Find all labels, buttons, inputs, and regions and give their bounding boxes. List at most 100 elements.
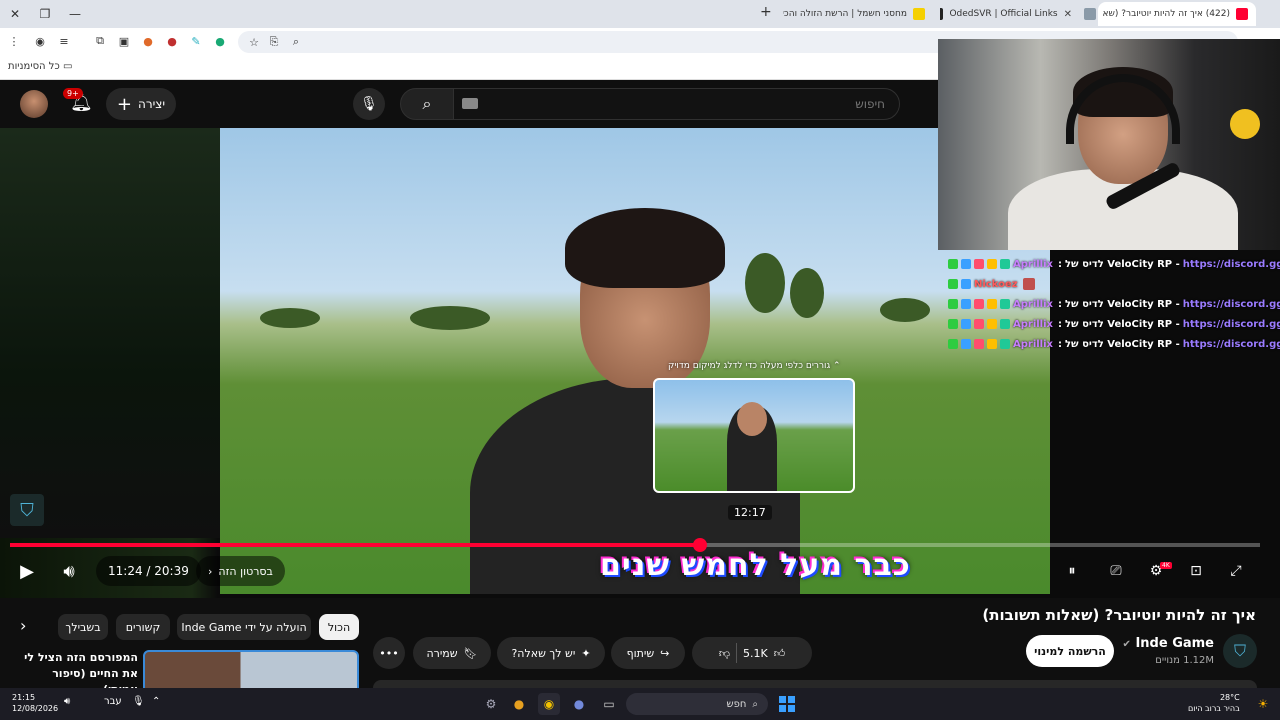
star-icon[interactable]: ☆: [246, 34, 262, 50]
chat-badge-icon: [961, 259, 971, 269]
chevron-right-icon[interactable]: ›: [20, 616, 26, 635]
search-button[interactable]: ⌕: [400, 88, 454, 120]
like-button[interactable]: 👍︎ 5.1K: [743, 647, 785, 660]
theater-mode-icon[interactable]: ⊡: [1184, 560, 1208, 582]
fullscreen-icon[interactable]: ⤢: [1224, 560, 1248, 582]
extension-icon[interactable]: ●: [140, 33, 156, 49]
all-bookmarks[interactable]: כל הסימניות ▭: [8, 61, 72, 72]
subscriber-count: 1.12M מנויים: [1155, 655, 1214, 666]
chat-link[interactable]: https://discord.gg/aw6pS: [1183, 319, 1280, 330]
video-caption: כבר מעל לחמש שנים: [600, 548, 911, 583]
tab-youtube[interactable]: (422) איך זה להיות יוטיובר? (שא ✕: [1098, 2, 1256, 26]
search-icon: ⌕: [752, 698, 758, 710]
minimize-window-icon[interactable]: —: [60, 0, 90, 28]
chat-badge-icon: [948, 279, 958, 289]
like-dislike-group: 👍︎ 5.1K 👎︎: [692, 637, 812, 669]
weather-widget[interactable]: 28°C בהיר ברוב היום: [1188, 692, 1240, 714]
chip-related[interactable]: קשורים: [116, 614, 170, 640]
new-tab-button[interactable]: +: [760, 4, 772, 20]
tab-store[interactable]: מחסני חשמל | הרשת הזולה והכי ✕: [783, 2, 933, 26]
progress-bar[interactable]: [10, 538, 1260, 552]
input-language[interactable]: עבר: [104, 696, 122, 707]
ask-button[interactable]: ✦ יש לך שאלה?: [497, 637, 605, 669]
sun-icon: ☀: [1257, 697, 1269, 711]
clock[interactable]: 21:15 12/08/2026: [12, 692, 58, 714]
create-button[interactable]: יצירה +: [106, 88, 176, 120]
chat-message: Aprillix: לדיס של VeloCity RP - https://d…: [948, 294, 1280, 314]
channel-avatar-icon[interactable]: ⛉: [1223, 634, 1257, 668]
chapter-button[interactable]: בסרטון הזה ‹: [196, 556, 285, 586]
chip-all[interactable]: הכול: [319, 614, 359, 640]
chrome-icon[interactable]: ◉: [538, 693, 560, 715]
thumbs-down-icon[interactable]: 👎︎: [719, 647, 730, 660]
webcam-duck-toy: [1230, 109, 1260, 139]
taskbar-search[interactable]: חפש ⌕: [626, 693, 768, 715]
subscribe-button[interactable]: הרשמה למינוי: [1026, 635, 1114, 667]
file-explorer-icon[interactable]: ▭: [598, 693, 620, 715]
cast-icon[interactable]: ⎘: [266, 34, 282, 50]
chat-badge-icon: [1000, 259, 1010, 269]
microphone-icon[interactable]: 🎙︎: [132, 696, 145, 707]
chat-text: לדיס של VeloCity RP -: [1065, 258, 1180, 270]
like-count: 5.1K: [742, 646, 768, 660]
chat-username[interactable]: Aprillix: [1013, 339, 1053, 350]
tab-title: OdedSVR | Official Links: [949, 9, 1058, 19]
keyboard-icon[interactable]: [462, 98, 478, 109]
speaker-icon[interactable]: 🔊︎: [64, 696, 70, 707]
subtitles-icon[interactable]: ⎚: [1104, 560, 1128, 582]
chat-link[interactable]: https://discord.gg/aw6pS: [1183, 299, 1280, 310]
app-icon[interactable]: ●: [508, 693, 530, 715]
clock-date: 12/08/2026: [12, 704, 59, 713]
extension-icon[interactable]: ▣: [116, 33, 132, 49]
chat-badge-icon: [974, 339, 984, 349]
progress-scrubber[interactable]: [693, 538, 707, 552]
chat-username[interactable]: Aprillix: [1013, 259, 1053, 270]
chat-username[interactable]: Aprillix: [1013, 319, 1053, 330]
extension-icon[interactable]: ●: [164, 33, 180, 49]
recommendation-thumbnail[interactable]: [143, 650, 359, 690]
chevron-up-icon[interactable]: ⌃: [152, 696, 160, 707]
channel-name[interactable]: Inde Game ✔: [1123, 636, 1214, 651]
volume-icon[interactable]: 🔊︎: [56, 558, 82, 584]
autoplay-toggle-icon[interactable]: ⏸: [1060, 560, 1084, 582]
settings-gear-icon[interactable]: ⚙: [480, 693, 502, 715]
windows-start-icon[interactable]: [779, 696, 795, 712]
chat-message: Aprillix: לדיס של VeloCity RP - https://d…: [948, 254, 1280, 274]
chat-username[interactable]: Aprillix: [1013, 299, 1053, 310]
microphone-icon[interactable]: 🎙︎: [353, 88, 385, 120]
taskbar: 21:15 12/08/2026 🔊︎ עבר 🎙︎ ⌃ ⚙ ● ◉ ● ▭ ח…: [0, 688, 1280, 720]
chip-uploaded-by[interactable]: הועלה על ידי Inde Game: [177, 614, 311, 640]
profile-icon[interactable]: ◉: [32, 33, 48, 49]
media-icon[interactable]: ≡: [56, 33, 72, 49]
notification-badge: 9+: [63, 88, 83, 99]
share-button[interactable]: ↪ שיתוף: [611, 637, 685, 669]
zoom-icon[interactable]: ⌕: [288, 34, 304, 50]
seek-drag-hint: ⌃ גוררים כלפי מעלה כדי לדלג למיקום מדויק: [668, 361, 841, 371]
close-tab-icon[interactable]: ✕: [1064, 9, 1072, 20]
video-frame[interactable]: [220, 128, 1050, 594]
chat-link[interactable]: https://discord.gg/aw6pS: [1183, 259, 1280, 270]
tab-discord[interactable]: [1078, 2, 1100, 26]
extensions-icon[interactable]: ⧉: [92, 33, 108, 49]
maximize-window-icon[interactable]: ❐: [30, 0, 60, 28]
tab-links[interactable]: ✕ OdedSVR | Official Links: [940, 2, 1080, 26]
chat-text: לדיס של VeloCity RP -: [1065, 338, 1180, 350]
chat-link[interactable]: https://discord.gg/aw6pS: [1183, 339, 1280, 350]
save-button[interactable]: 🔖︎ שמירה: [413, 637, 491, 669]
discord-icon[interactable]: ●: [568, 693, 590, 715]
drag-hint-text: גוררים כלפי מעלה כדי לדלג למיקום מדויק: [668, 361, 831, 371]
search-input[interactable]: [453, 88, 900, 120]
chip-for-you[interactable]: בשבילך: [58, 614, 108, 640]
play-icon[interactable]: ▶: [14, 558, 40, 584]
channel-watermark-icon[interactable]: ⛉: [10, 494, 44, 526]
chat-badge-icon: [961, 319, 971, 329]
menu-icon[interactable]: ⋮: [6, 33, 22, 49]
more-actions-icon[interactable]: •••: [373, 637, 405, 669]
avatar[interactable]: [20, 90, 48, 118]
close-window-icon[interactable]: ✕: [0, 0, 30, 28]
chat-separator: :: [1058, 318, 1062, 330]
extension-icon[interactable]: ✎: [188, 33, 204, 49]
chat-username[interactable]: Nickoez: [974, 279, 1018, 290]
extension-icon[interactable]: ●: [212, 33, 228, 49]
youtube-favicon-icon: [1236, 8, 1248, 20]
